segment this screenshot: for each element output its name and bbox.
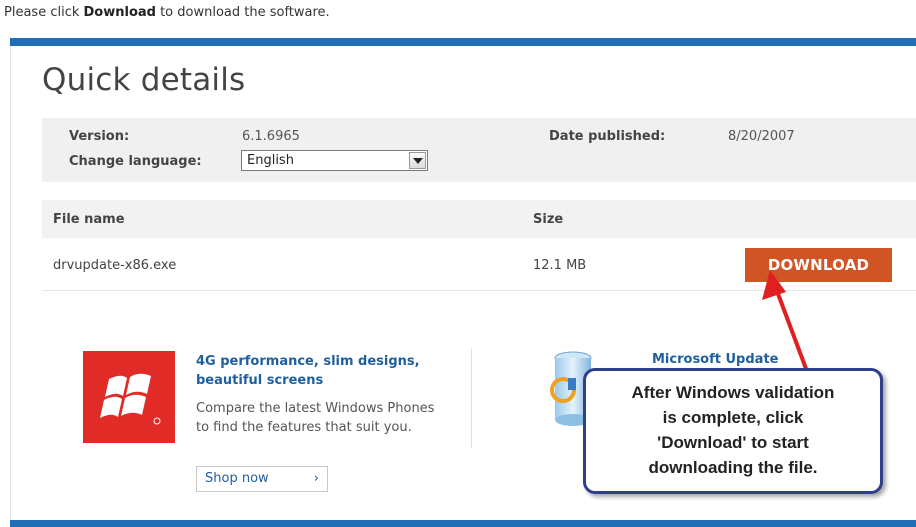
- callout-line-2: is complete, click: [662, 408, 804, 427]
- callout-line-3: 'Download' to start: [657, 433, 809, 452]
- instruction-callout: After Windows validation is complete, cl…: [583, 368, 883, 494]
- bottom-accent-bar: [10, 520, 916, 527]
- callout-text: After Windows validation is complete, cl…: [586, 380, 880, 480]
- callout-line-1: After Windows validation: [631, 383, 835, 402]
- callout-line-4: downloading the file.: [648, 458, 818, 477]
